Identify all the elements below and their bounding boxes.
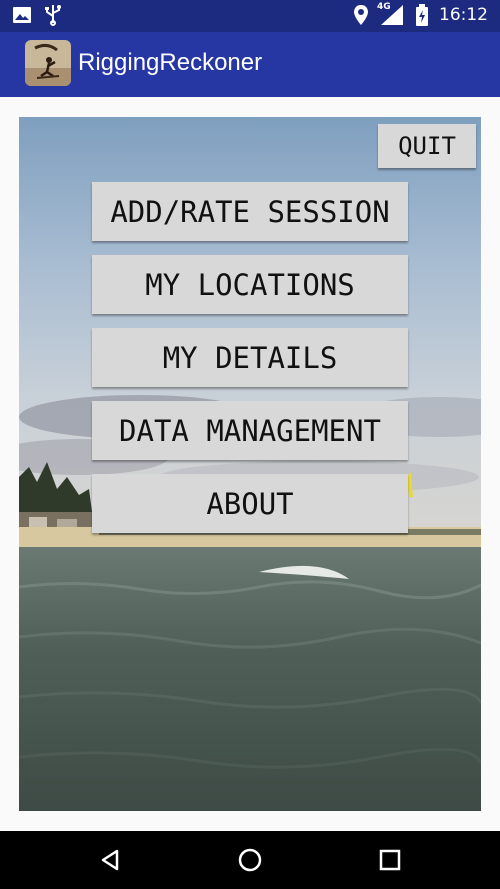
home-icon[interactable] xyxy=(200,831,300,889)
app-logo-icon xyxy=(25,40,71,86)
image-icon xyxy=(12,5,32,25)
my-details-button[interactable]: MY DETAILS xyxy=(92,328,408,387)
quit-button[interactable]: QUIT xyxy=(378,124,476,168)
network-type-label: 4G xyxy=(377,2,391,12)
battery-icon xyxy=(415,4,429,26)
navigation-bar xyxy=(0,831,500,889)
location-icon xyxy=(353,4,369,26)
app-bar: RiggingReckoner xyxy=(0,32,500,97)
status-bar: 4G 16:12 xyxy=(0,0,500,32)
signal-icon: 4G xyxy=(377,2,405,26)
recents-icon[interactable] xyxy=(340,831,440,889)
status-time: 16:12 xyxy=(439,5,488,25)
app-title: RiggingReckoner xyxy=(78,49,263,76)
usb-icon xyxy=(44,4,62,26)
add-rate-session-button[interactable]: ADD/RATE SESSION xyxy=(92,182,408,241)
my-locations-button[interactable]: MY LOCATIONS xyxy=(92,255,408,314)
back-icon[interactable] xyxy=(60,831,160,889)
data-management-button[interactable]: DATA MANAGEMENT xyxy=(92,401,408,460)
about-button[interactable]: ABOUT xyxy=(92,474,408,533)
